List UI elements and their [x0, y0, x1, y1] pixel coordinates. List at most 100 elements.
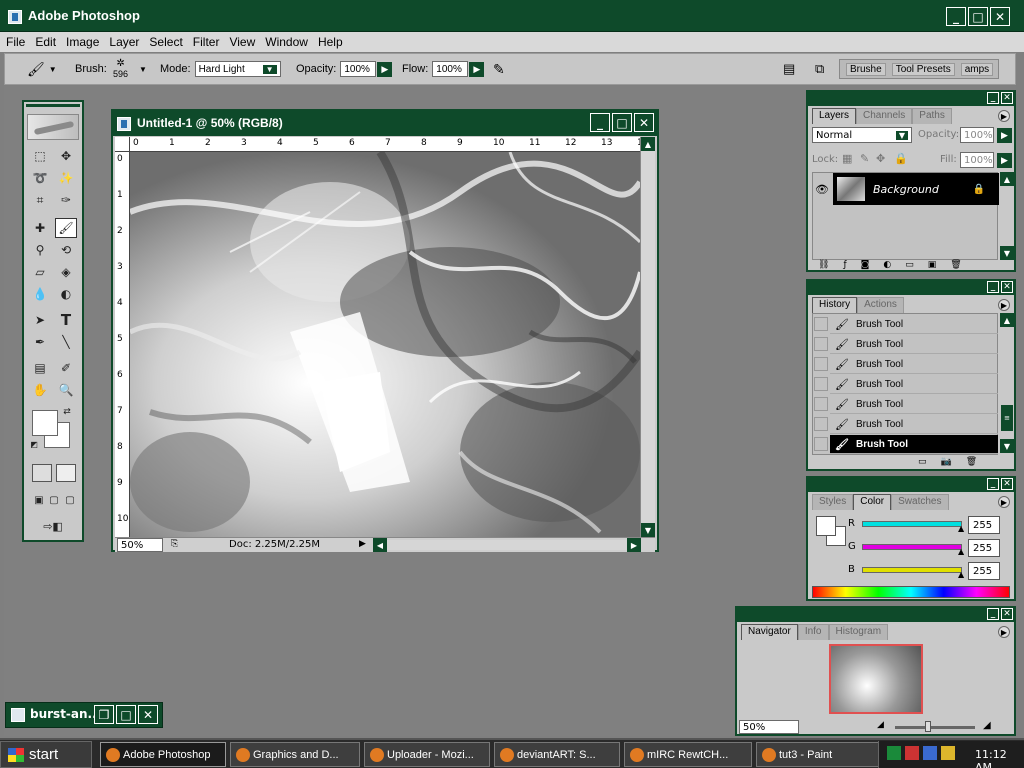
color-spectrum-ramp[interactable]: [812, 586, 1010, 598]
new-layer-icon[interactable]: ▣: [928, 260, 937, 272]
tab-color[interactable]: Color: [853, 494, 892, 510]
file-browser-icon[interactable]: ▤: [783, 61, 795, 77]
screen-mode-full-menu-icon[interactable]: ▢: [46, 490, 62, 510]
start-button[interactable]: start: [0, 741, 92, 768]
document-minimize-button[interactable]: _: [590, 113, 610, 132]
color-channel-slider[interactable]: [862, 544, 962, 550]
path-selection-tool-icon[interactable]: ➤: [29, 310, 51, 330]
color-channel-slider[interactable]: [862, 521, 962, 527]
history-state-item[interactable]: 🖌 Brush Tool: [830, 415, 998, 434]
menu-layer[interactable]: Layer: [109, 35, 139, 49]
new-group-icon[interactable]: ▭: [905, 260, 914, 272]
lock-move-icon[interactable]: ✥: [876, 152, 885, 165]
history-brush-source-box[interactable]: [814, 417, 828, 431]
healing-brush-tool-icon[interactable]: ✚: [29, 218, 51, 238]
palette-menu-icon[interactable]: ▶: [998, 496, 1010, 508]
slice-tool-icon[interactable]: ✑: [55, 190, 77, 210]
delete-state-icon[interactable]: 🗑: [966, 457, 977, 467]
fill-arrow[interactable]: ▶: [997, 153, 1012, 168]
taskbar-button[interactable]: mIRC RewtCH...: [624, 742, 752, 767]
quick-mask-mode-button[interactable]: [56, 464, 76, 482]
history-state-item[interactable]: 🖌 Brush Tool: [830, 315, 998, 334]
layer-opacity-field[interactable]: 100%: [960, 127, 994, 143]
default-colors-icon[interactable]: ◩: [28, 438, 40, 450]
tab-navigator[interactable]: Navigator: [741, 624, 798, 640]
new-snapshot-icon[interactable]: 📷: [941, 457, 952, 467]
tab-histogram[interactable]: Histogram: [828, 624, 889, 640]
opacity-field[interactable]: 100%: [340, 61, 377, 77]
menu-view[interactable]: View: [229, 35, 255, 49]
layer-style-icon[interactable]: ƒ: [843, 260, 846, 272]
dodge-tool-icon[interactable]: ◐: [55, 284, 77, 304]
pen-tool-icon[interactable]: ✒: [29, 332, 51, 352]
history-brush-source-box[interactable]: [814, 337, 828, 351]
zoom-out-icon[interactable]: ◢: [877, 720, 884, 730]
restore-button[interactable]: ❐: [94, 705, 114, 724]
tab-layers[interactable]: Layers: [812, 108, 857, 124]
horizontal-scrollbar[interactable]: [387, 540, 627, 550]
link-layers-icon[interactable]: ⛓: [818, 260, 829, 272]
fill-field[interactable]: 100%: [960, 152, 994, 168]
menu-window[interactable]: Window: [265, 35, 308, 49]
scroll-up-arrow-icon[interactable]: ▲: [641, 137, 655, 151]
menu-help[interactable]: Help: [318, 35, 343, 49]
close-button[interactable]: ✕: [990, 7, 1010, 26]
navigator-thumbnail[interactable]: [829, 644, 923, 714]
history-brush-source-box[interactable]: [814, 437, 828, 451]
layer-opacity-arrow[interactable]: ▶: [997, 128, 1012, 143]
palette-close-button[interactable]: ✕: [1001, 478, 1013, 490]
adobe-online-feather-icon[interactable]: [27, 114, 79, 140]
tray-app-icon[interactable]: [923, 746, 937, 760]
palette-minimize-button[interactable]: _: [987, 478, 999, 490]
eraser-tool-icon[interactable]: ▱: [29, 262, 51, 282]
canvas[interactable]: [130, 152, 640, 537]
history-state-item[interactable]: 🖌 Brush Tool: [830, 375, 998, 394]
palette-close-button[interactable]: ✕: [1001, 92, 1013, 104]
palette-minimize-button[interactable]: _: [987, 281, 999, 293]
navigator-zoom-field[interactable]: 50%: [739, 720, 799, 734]
notes-tool-icon[interactable]: ▤: [29, 358, 51, 378]
brush-picker[interactable]: ✲ 596: [113, 54, 128, 84]
color-channel-value[interactable]: 255: [968, 516, 1000, 534]
history-state-item[interactable]: 🖌 Brush Tool: [830, 335, 998, 354]
horizontal-ruler[interactable]: 01234567891011121314: [130, 137, 648, 152]
color-channel-slider[interactable]: [862, 567, 962, 573]
close-button[interactable]: ✕: [138, 705, 158, 724]
opacity-slider-arrow[interactable]: ▶: [377, 61, 393, 77]
crop-tool-icon[interactable]: ⌗: [29, 190, 51, 210]
history-brush-source-box[interactable]: [814, 357, 828, 371]
tray-app-icon[interactable]: [905, 746, 919, 760]
status-arrow-icon[interactable]: ▶: [359, 539, 366, 549]
zoom-slider[interactable]: [895, 726, 975, 729]
history-scroll-down-icon[interactable]: ▼: [1000, 439, 1014, 453]
history-state-item[interactable]: 🖌 Brush Tool: [830, 355, 998, 374]
tab-styles[interactable]: Styles: [812, 494, 854, 510]
tray-app-icon[interactable]: [887, 746, 901, 760]
lock-all-icon[interactable]: 🔒: [894, 152, 908, 165]
lasso-tool-icon[interactable]: ➰: [29, 168, 51, 188]
screen-mode-full-icon[interactable]: ▢: [62, 490, 78, 510]
flow-slider-arrow[interactable]: ▶: [469, 61, 485, 77]
maximize-button[interactable]: □: [968, 7, 988, 26]
palette-close-button[interactable]: ✕: [1001, 281, 1013, 293]
eye-visibility-icon[interactable]: 👁: [813, 173, 831, 205]
color-channel-value[interactable]: 255: [968, 539, 1000, 557]
maximize-button[interactable]: □: [116, 705, 136, 724]
eyedropper-tool-icon[interactable]: ✐: [55, 358, 77, 378]
palette-minimize-button[interactable]: _: [987, 92, 999, 104]
layer-row-background[interactable]: Background 🔒: [833, 173, 999, 205]
type-tool-icon[interactable]: T: [55, 310, 77, 330]
vertical-scrollbar[interactable]: ▲ ▼: [640, 137, 655, 537]
menu-select[interactable]: Select: [149, 35, 182, 49]
vertical-ruler[interactable]: 0 1 2 3 4 5 6 7 8 9 10: [115, 152, 130, 537]
paint-bucket-tool-icon[interactable]: ◈: [55, 262, 77, 282]
palette-menu-icon[interactable]: ▶: [998, 110, 1010, 122]
menu-filter[interactable]: Filter: [193, 35, 220, 49]
jump-to-imageready-icon[interactable]: ⇨◧: [30, 516, 76, 536]
history-brush-source-box[interactable]: [814, 397, 828, 411]
minimized-document[interactable]: burst-an... ❐ □ ✕: [5, 702, 163, 728]
line-tool-icon[interactable]: ╲: [55, 332, 77, 352]
tab-actions[interactable]: Actions: [857, 297, 904, 313]
palette-menu-icon[interactable]: ▶: [998, 626, 1010, 638]
taskbar-button[interactable]: Uploader - Mozi...: [364, 742, 490, 767]
